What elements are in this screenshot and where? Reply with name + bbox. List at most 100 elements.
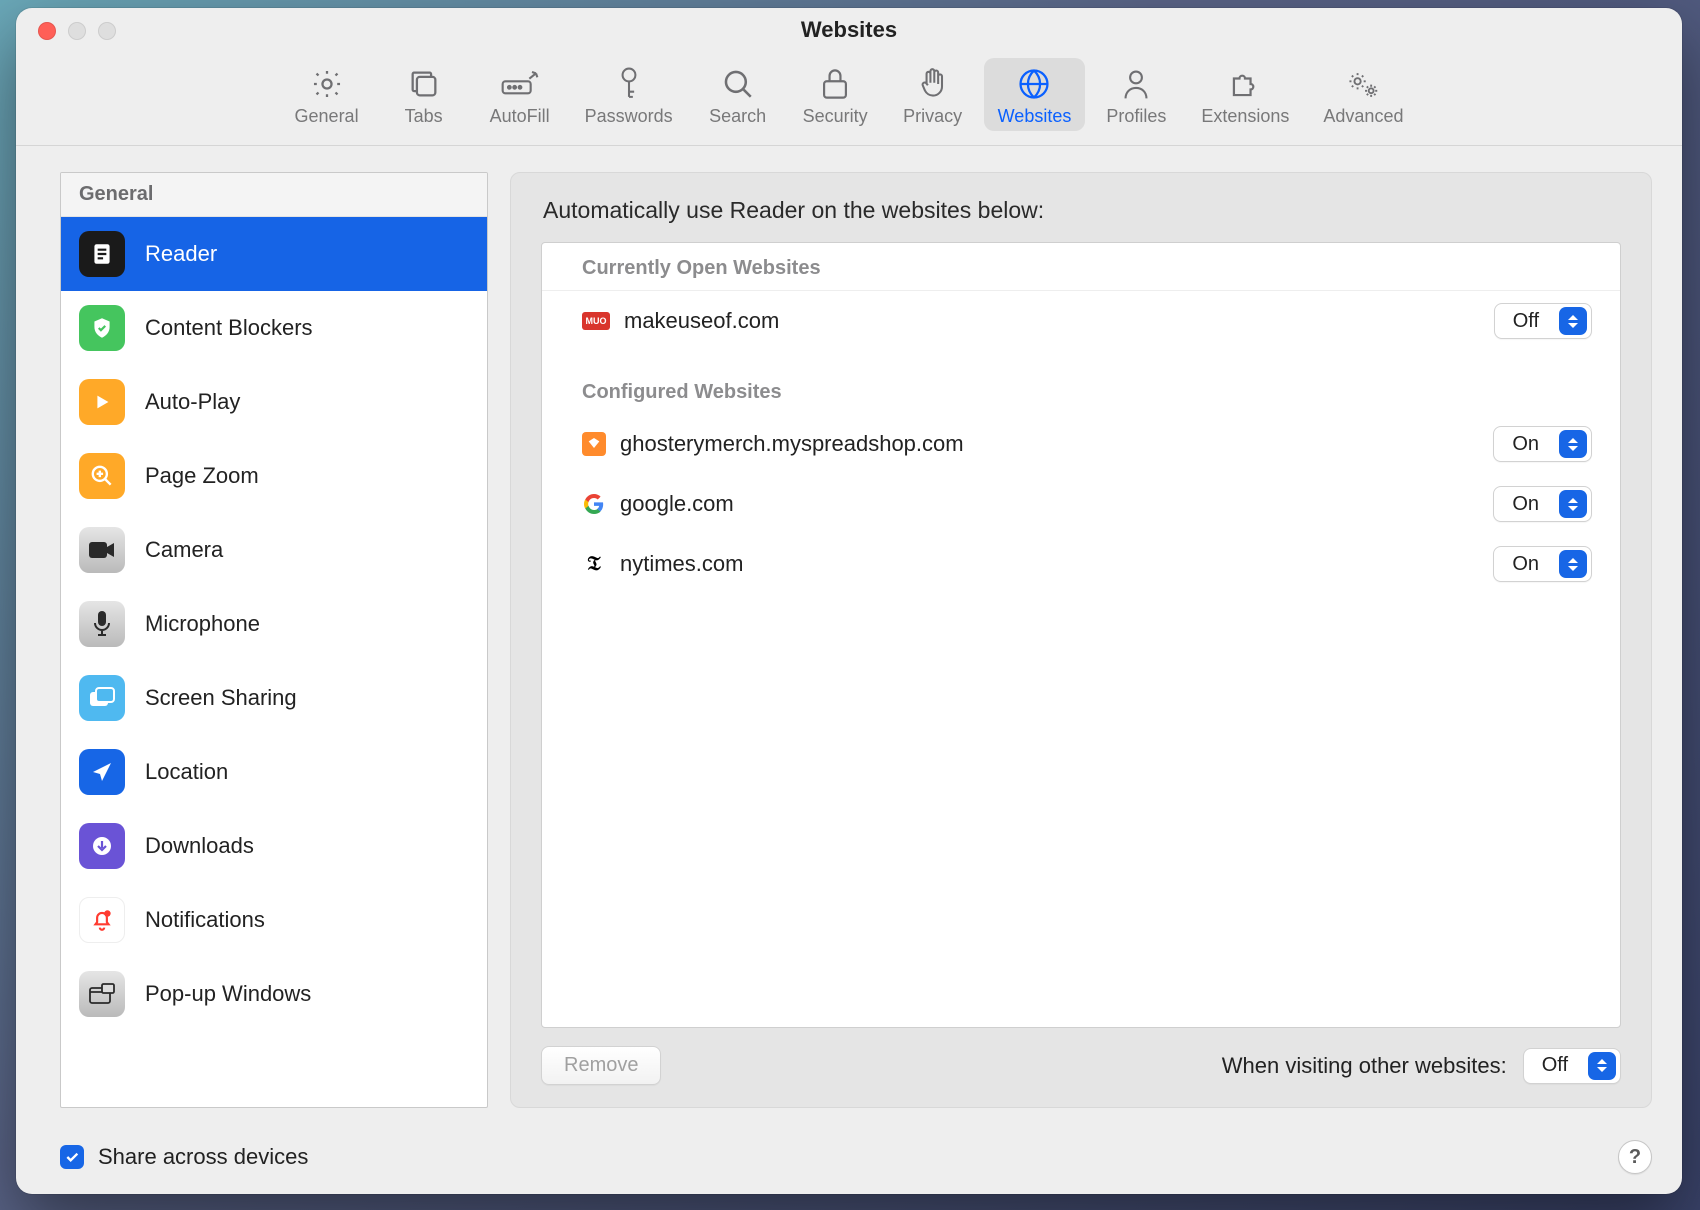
site-name: google.com [620,491,1479,517]
select-value: On [1494,553,1557,576]
window-body: General Reader Content Blockers Auto-Pla… [16,146,1682,1126]
globe-icon [1017,64,1051,104]
bell-icon [79,897,125,943]
tab-label: Extensions [1201,106,1289,127]
sidebar-item-label: Page Zoom [145,463,259,489]
sidebar-item-label: Reader [145,241,217,267]
traffic-lights [38,22,116,40]
chevron-updown-icon [1559,550,1587,578]
select-value: On [1494,433,1557,456]
tab-label: Advanced [1323,106,1403,127]
gears-icon [1344,64,1382,104]
select-value: On [1494,493,1557,516]
sidebar-item-content-blockers[interactable]: Content Blockers [61,291,487,365]
tab-tabs[interactable]: Tabs [379,58,469,131]
sidebar-item-screen-sharing[interactable]: Screen Sharing [61,661,487,735]
download-icon [79,823,125,869]
puzzle-icon [1227,64,1263,104]
settings-sidebar: General Reader Content Blockers Auto-Pla… [60,172,488,1108]
chevron-updown-icon [1559,430,1587,458]
tab-passwords[interactable]: Passwords [571,58,687,131]
site-name: nytimes.com [620,551,1479,577]
site-row[interactable]: google.com On [542,474,1620,534]
sidebar-item-reader[interactable]: Reader [61,217,487,291]
screen-sharing-icon [79,675,125,721]
site-name: makeuseof.com [624,308,1480,334]
sidebar-item-label: Microphone [145,611,260,637]
key-icon [615,64,643,104]
sidebar-item-microphone[interactable]: Microphone [61,587,487,661]
reader-select[interactable]: On [1493,426,1592,462]
content-panel: Automatically use Reader on the websites… [510,172,1652,1108]
popup-icon [79,971,125,1017]
sidebar-item-label: Location [145,759,228,785]
profile-icon [1120,64,1152,104]
site-favicon: MUO [582,312,610,330]
help-button[interactable]: ? [1618,1140,1652,1174]
tab-autofill[interactable]: AutoFill [475,58,565,131]
tab-label: Search [709,106,766,127]
share-checkbox[interactable] [60,1145,84,1169]
share-across-devices[interactable]: Share across devices [60,1144,308,1170]
location-icon [79,749,125,795]
sidebar-item-downloads[interactable]: Downloads [61,809,487,883]
close-window-button[interactable] [38,22,56,40]
autofill-icon [500,64,540,104]
camera-icon [79,527,125,573]
sidebar-item-label: Notifications [145,907,265,933]
site-row[interactable]: MUO makeuseof.com Off [542,291,1620,351]
sidebar-item-label: Camera [145,537,223,563]
tab-profiles[interactable]: Profiles [1091,58,1181,131]
zoom-window-button[interactable] [98,22,116,40]
tab-label: Tabs [405,106,443,127]
microphone-icon [79,601,125,647]
sidebar-group-header: General [61,173,487,217]
websites-list: Currently Open Websites MUO makeuseof.co… [541,242,1621,1028]
default-select[interactable]: Off [1523,1048,1621,1084]
site-favicon [582,432,606,456]
reader-select[interactable]: On [1493,546,1592,582]
tab-privacy[interactable]: Privacy [888,58,978,131]
site-favicon: 𝔗 [582,552,606,576]
tab-search[interactable]: Search [693,58,783,131]
share-label: Share across devices [98,1144,308,1170]
minimize-window-button[interactable] [68,22,86,40]
site-row[interactable]: ghosterymerch.myspreadshop.com On [542,414,1620,474]
reader-icon [79,231,125,277]
sidebar-item-camera[interactable]: Camera [61,513,487,587]
chevron-updown-icon [1559,490,1587,518]
tab-label: Passwords [585,106,673,127]
sidebar-item-label: Auto-Play [145,389,240,415]
site-row[interactable]: 𝔗 nytimes.com On [542,534,1620,594]
remove-button[interactable]: Remove [541,1046,661,1085]
configured-websites-header: Configured Websites [542,351,1620,414]
sidebar-item-label: Pop-up Windows [145,981,311,1007]
tab-websites[interactable]: Websites [984,58,1086,131]
tab-label: Websites [998,106,1072,127]
chevron-updown-icon [1559,307,1587,335]
tab-general[interactable]: General [281,58,373,131]
reader-select[interactable]: On [1493,486,1592,522]
sidebar-item-page-zoom[interactable]: Page Zoom [61,439,487,513]
sidebar-item-popup-windows[interactable]: Pop-up Windows [61,957,487,1031]
sidebar-item-label: Downloads [145,833,254,859]
preferences-toolbar: General Tabs AutoFill Passwords Search [16,52,1682,146]
sidebar-item-label: Content Blockers [145,315,313,341]
tab-label: Security [803,106,868,127]
sidebar-item-notifications[interactable]: Notifications [61,883,487,957]
window-title: Websites [801,17,897,43]
lock-icon [820,64,850,104]
tab-label: General [295,106,359,127]
preferences-window: Websites General Tabs AutoFill Password [16,8,1682,1194]
sidebar-item-auto-play[interactable]: Auto-Play [61,365,487,439]
reader-select[interactable]: Off [1494,303,1592,339]
content-heading: Automatically use Reader on the websites… [543,197,1621,224]
tabs-icon [407,64,441,104]
tab-extensions[interactable]: Extensions [1187,58,1303,131]
tab-label: Profiles [1106,106,1166,127]
sidebar-item-location[interactable]: Location [61,735,487,809]
gear-icon [310,64,344,104]
hand-icon [917,64,949,104]
tab-security[interactable]: Security [789,58,882,131]
tab-advanced[interactable]: Advanced [1309,58,1417,131]
